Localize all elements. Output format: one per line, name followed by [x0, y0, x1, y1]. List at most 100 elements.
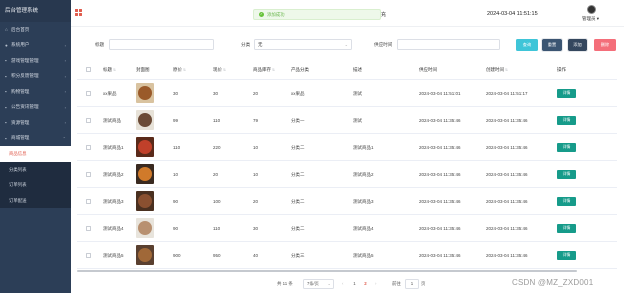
- cell-created-time: 2024-03-04 11:35:46: [486, 253, 528, 258]
- search-bar: 标题 分类 无 ⌄ 供应时间 查询 重置 添加 删除: [71, 27, 624, 59]
- chevron-right-icon: ›: [64, 73, 66, 79]
- top-header: ✓ 添加成功 充 2024-03-04 11:51:15 管理员 ▾: [71, 0, 624, 27]
- column-header-label: 现价: [213, 67, 222, 72]
- chevron-down-icon: ⌄: [327, 281, 331, 286]
- cell-title: xx果品: [103, 91, 117, 96]
- sidebar-item-label: 购物管理: [11, 88, 30, 94]
- sidebar-item-delivery[interactable]: 订单配送: [0, 193, 71, 209]
- row-checkbox[interactable]: [86, 199, 91, 204]
- category-select[interactable]: 无 ⌄: [254, 39, 352, 50]
- cell-original-price: 99: [173, 118, 179, 123]
- column-header-label: 原价: [173, 67, 182, 72]
- sidebar-item-games[interactable]: ▪ 游戏管理管理 ›: [0, 53, 71, 69]
- row-checkbox[interactable]: [86, 226, 91, 231]
- detail-button[interactable]: 详情: [557, 197, 576, 206]
- sidebar-item-label: 商城管理: [11, 135, 30, 141]
- cell-price: 220: [213, 145, 221, 150]
- column-header-label: 标题: [103, 67, 112, 72]
- product-cover-image: [136, 110, 154, 130]
- title-filter-input[interactable]: [109, 39, 214, 50]
- cell-created-time: 2024-03-04 11:35:46: [486, 118, 528, 123]
- cell-supply-time: 2024-03-04 11:35:46: [419, 118, 461, 123]
- cell-supply-time: 2024-03-04 11:35:46: [419, 226, 461, 231]
- sidebar-item-resources[interactable]: ▪ 资源管理 ›: [0, 115, 71, 131]
- sidebar-item-feedback[interactable]: ▪ 积分反馈管理 ›: [0, 69, 71, 85]
- detail-button[interactable]: 详情: [557, 251, 576, 260]
- sidebar-item-products[interactable]: 商品信息: [0, 146, 71, 162]
- chevron-right-icon: ›: [64, 89, 66, 95]
- sidebar-item-orders[interactable]: 订单列表: [0, 177, 71, 193]
- page-size-select[interactable]: 7条/页 ⌄: [303, 279, 334, 289]
- goto-page-input[interactable]: 1: [405, 279, 419, 289]
- column-header-label: 商品库存: [253, 67, 271, 72]
- detail-button[interactable]: 详情: [557, 89, 576, 98]
- column-header-price[interactable]: 现价⇅: [213, 67, 226, 73]
- column-header-created-time[interactable]: 创建时间⇅: [486, 67, 508, 73]
- reset-button[interactable]: 重置: [541, 38, 563, 52]
- sidebar-item-label: 资源管理: [11, 119, 30, 125]
- cell-original-price: 30: [173, 91, 179, 96]
- cell-description: 测试商品4: [353, 226, 374, 231]
- user-menu[interactable]: 管理员 ▾: [582, 16, 599, 22]
- delete-button[interactable]: 删除: [594, 39, 616, 51]
- next-page-icon[interactable]: ›: [375, 281, 376, 286]
- column-header-title[interactable]: 标题⇅: [103, 67, 116, 73]
- row-checkbox[interactable]: [86, 91, 91, 96]
- add-button[interactable]: 添加: [567, 38, 588, 52]
- category-filter-label: 分类: [241, 42, 251, 47]
- cell-price: 110: [213, 226, 221, 231]
- sidebar-item-categories[interactable]: 分类列表: [0, 162, 71, 178]
- menu-toggle-icon[interactable]: [75, 9, 82, 16]
- product-cover-image: [136, 218, 154, 238]
- sidebar-item-mall[interactable]: ▪ 商城管理 ⌃: [0, 131, 71, 147]
- page-number-current[interactable]: 2: [362, 280, 369, 288]
- page-number[interactable]: 1: [351, 280, 358, 288]
- select-all-checkbox[interactable]: [86, 67, 91, 72]
- horizontal-scrollbar[interactable]: [77, 270, 577, 272]
- cell-original-price: 10: [173, 172, 179, 177]
- page-size-value: 7条/页: [307, 281, 319, 286]
- detail-button[interactable]: 详情: [557, 143, 576, 152]
- avatar[interactable]: [587, 5, 596, 14]
- chevron-right-icon: ›: [64, 58, 66, 64]
- sidebar-item-shopping[interactable]: ▪ 购物管理 ›: [0, 84, 71, 100]
- sidebar-submenu: 商品信息 分类列表 订单列表 订单配送: [0, 146, 71, 208]
- cell-price: 950: [213, 253, 221, 258]
- toast-message: 添加成功: [267, 11, 285, 17]
- cell-title: 测试商品2: [103, 172, 124, 177]
- sidebar-item-notice[interactable]: ▪ 公告资讯管理 ›: [0, 100, 71, 116]
- sidebar-item-users[interactable]: ● 系统用户 ›: [0, 38, 71, 54]
- row-checkbox[interactable]: [86, 253, 91, 258]
- column-header-actions: 操作: [557, 67, 566, 72]
- sort-icon: ⇅: [223, 68, 226, 72]
- cell-stock: 10: [253, 145, 259, 150]
- page-title-fragment: 充: [381, 12, 387, 18]
- cell-description: 测试商品1: [353, 145, 374, 150]
- detail-button[interactable]: 详情: [557, 116, 576, 125]
- cell-title: 测试商品4: [103, 226, 124, 231]
- row-checkbox[interactable]: [86, 172, 91, 177]
- detail-button[interactable]: 详情: [557, 224, 576, 233]
- prev-page-icon[interactable]: ‹: [342, 281, 343, 286]
- table-row: 测试商品 99 110 79 分类一 测试 2024-03-04 11:35:4…: [77, 107, 617, 134]
- sidebar-item-home[interactable]: ⌂ 后台首页: [0, 22, 71, 38]
- sidebar: 后台管理系统 ⌂ 后台首页 ● 系统用户 › ▪ 游戏管理管理 › ▪ 积分反馈…: [0, 0, 71, 293]
- detail-button[interactable]: 详情: [557, 170, 576, 179]
- cell-supply-time: 2024-03-04 11:51:01: [419, 91, 461, 96]
- chevron-up-icon: ⌃: [62, 135, 66, 141]
- search-button[interactable]: 查询: [516, 39, 538, 51]
- row-checkbox[interactable]: [86, 118, 91, 123]
- column-header-category: 产品分类: [291, 67, 309, 72]
- sidebar-item-label: 游戏管理管理: [11, 57, 39, 63]
- row-checkbox[interactable]: [86, 145, 91, 150]
- supply-time-input[interactable]: [397, 39, 500, 50]
- cell-category: 分类二: [291, 199, 305, 204]
- column-header-original-price[interactable]: 原价⇅: [173, 67, 186, 73]
- cell-created-time: 2024-03-04 11:35:46: [486, 226, 528, 231]
- cell-description: 测试: [353, 118, 362, 123]
- column-header-supply-time: 供应时间: [419, 67, 437, 72]
- cell-price: 110: [213, 118, 221, 123]
- success-toast: ✓ 添加成功: [253, 9, 381, 20]
- goto-label: 前往: [392, 281, 401, 286]
- column-header-stock[interactable]: 商品库存⇅: [253, 67, 275, 73]
